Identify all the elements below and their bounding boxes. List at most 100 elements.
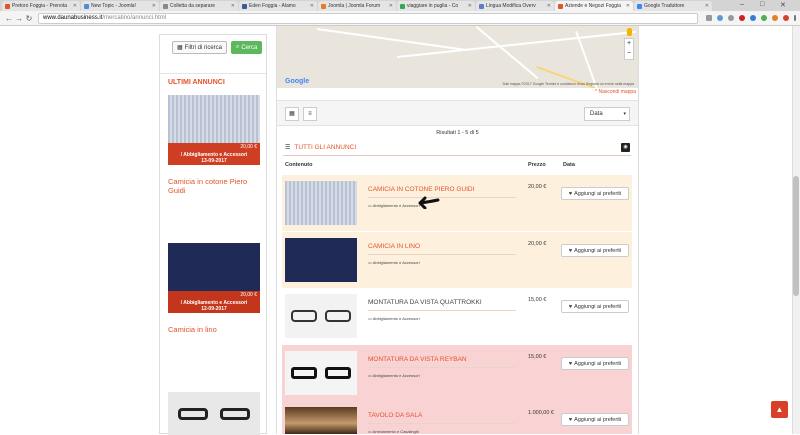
listing-title[interactable]: CAMICIA IN LINO (368, 243, 516, 255)
zoom-control[interactable]: + − (624, 38, 634, 60)
grid-icon: ▦ (289, 111, 295, 117)
glasses-image (285, 351, 357, 395)
shirt-image: 20,00 € / Abbigliamento e Accessori 13-09… (168, 95, 260, 165)
map-copyright[interactable]: Dati mappa ©2017 Google Termini e condiz… (503, 82, 634, 86)
back-to-top-button[interactable]: ▲ (771, 401, 788, 418)
listing-title[interactable]: MONTATURA DA VISTA QUATTROKKI (368, 299, 516, 311)
close-icon[interactable]: ✕ (231, 3, 235, 9)
heart-icon: ♥ (568, 247, 573, 254)
street-view-icon[interactable] (627, 28, 632, 36)
pinterest-icon[interactable] (739, 15, 745, 21)
listing-category[interactable]: ▭ Abbigliamento e Accessori (368, 203, 420, 208)
listing-row[interactable]: CAMICIA IN COTONE PIERO GUIDI ▭ Abbiglia… (282, 175, 632, 231)
extension-icon[interactable] (750, 15, 756, 21)
browser-tab[interactable]: Pretoro Foggia - Prenota ✕ (2, 1, 80, 11)
reload-icon[interactable]: ↻ (24, 14, 34, 23)
listing-title[interactable]: CAMICIA IN COTONE PIERO GUIDI (368, 186, 516, 198)
ad-title[interactable]: Camicia in lino (168, 325, 260, 334)
extension-icon[interactable] (717, 15, 723, 21)
close-icon[interactable]: ✕ (152, 3, 156, 9)
extension-icon[interactable] (772, 15, 778, 21)
list-view-button[interactable]: ≡ (303, 107, 317, 121)
list-icon: ≡ (308, 111, 312, 117)
sort-select[interactable]: Data ▾ (584, 107, 630, 121)
extension-icon[interactable] (761, 15, 767, 21)
listing-price: 1.000,00 € (528, 410, 554, 416)
browser-tab[interactable]: Eden Foggia - Alamo ✕ (239, 1, 317, 11)
forward-icon[interactable]: → (14, 14, 24, 23)
browser-tab[interactable]: Lingua Modifica Overv ✕ (476, 1, 554, 11)
search-label: Cerca (241, 44, 258, 51)
close-icon[interactable]: ✕ (468, 3, 472, 9)
close-icon[interactable]: ✕ (389, 3, 393, 9)
tab-label: New Topic - Joomla! (91, 3, 136, 9)
arrow-annotation-icon (418, 196, 440, 209)
search-button[interactable]: ⌕ Cerca (231, 41, 263, 54)
sidebar-ad[interactable]: 20,00 € / Abbigliamento e Accessori 12-09… (168, 243, 260, 334)
browser-tab[interactable]: Google Traduttore ✕ (634, 1, 712, 11)
browser-tab[interactable]: Colletta da separare ✕ (160, 1, 238, 11)
shirt-image: 20,00 € / Abbigliamento e Accessori 12-09… (168, 243, 260, 313)
hide-map-link[interactable]: ^ Nascondi mappa (595, 89, 636, 95)
minimize-icon[interactable]: – (740, 1, 744, 8)
close-icon[interactable]: ✕ (626, 3, 630, 9)
favicon-icon (479, 3, 484, 9)
close-icon[interactable]: ✕ (73, 3, 77, 9)
add-favorite-button[interactable]: ♥ Aggiungi ai preferiti (561, 244, 629, 257)
listing-category[interactable]: ▭ Abbigliamento e Accessori (368, 316, 420, 321)
scrollbar-thumb[interactable] (793, 176, 799, 296)
heart-icon: ♥ (568, 360, 573, 367)
address-bar: ← → ↻ www.daunabusiness.it/mercatino/ann… (0, 11, 800, 26)
browser-tab[interactable]: New Topic - Joomla! ✕ (81, 1, 159, 11)
section-title: TUTTI GLI ANNUNCI (294, 144, 357, 151)
listing-price: 15,00 € (528, 354, 547, 360)
sidebar-ad[interactable] (168, 392, 260, 435)
back-icon[interactable]: ← (4, 14, 14, 23)
menu-icon[interactable] (794, 15, 796, 21)
close-icon[interactable]: ✕ (310, 3, 314, 9)
main-content: Google Dati mappa ©2017 Google Termini e… (276, 26, 639, 434)
rss-icon[interactable]: ◉ (621, 143, 630, 152)
column-header-date: Data (563, 162, 575, 168)
listing-title[interactable]: MONTATURA DA VISTA REYBAN (368, 356, 516, 368)
listing-row[interactable]: MONTATURA DA VISTA QUATTROKKI ▭ Abbiglia… (282, 288, 632, 344)
listing-title[interactable]: TAVOLO DA SALA (368, 412, 516, 424)
url-input[interactable]: www.daunabusiness.it/mercatino/annunci.h… (38, 12, 698, 24)
favicon-icon (5, 3, 10, 9)
maximize-icon[interactable]: □ (760, 1, 764, 8)
browser-tab[interactable]: Joomla | Joomla Forum ✕ (318, 1, 396, 11)
browser-tab[interactable]: viaggiare in puglia - Co ✕ (397, 1, 475, 11)
grid-icon: ▦ (177, 45, 183, 51)
add-favorite-button[interactable]: ♥ Aggiungi ai preferiti (561, 187, 629, 200)
window-close-icon[interactable]: ✕ (780, 1, 786, 9)
favicon-icon (400, 3, 405, 9)
browser-tab-active[interactable]: Aziende e Negozi Foggia ✕ (555, 1, 633, 11)
scrollbar[interactable] (792, 26, 800, 434)
add-favorite-button[interactable]: ♥ Aggiungi ai preferiti (561, 357, 629, 370)
tab-label: Colletta da separare (170, 3, 216, 9)
ad-title[interactable]: Camicia in cotone Piero Guidi (168, 177, 260, 195)
results-count: Risultati 1 - 5 di 5 (436, 130, 479, 136)
listing-row[interactable]: TAVOLO DA SALA ▭ Arredamento e Casalingh… (282, 401, 632, 434)
ad-price: 20,00 € (240, 144, 257, 150)
listing-row[interactable]: MONTATURA DA VISTA REYBAN ▭ Abbigliament… (282, 345, 632, 401)
grid-view-button[interactable]: ▦ (285, 107, 299, 121)
add-favorite-button[interactable]: ♥ Aggiungi ai preferiti (561, 413, 629, 426)
close-icon[interactable]: ✕ (705, 3, 709, 9)
listing-category[interactable]: ▭ Abbigliamento e Accessori (368, 373, 420, 378)
extension-icon[interactable] (728, 15, 734, 21)
favicon-icon (321, 3, 326, 9)
favicon-icon (163, 3, 168, 9)
listing-category[interactable]: ▭ Abbigliamento e Accessori (368, 260, 420, 265)
filter-button[interactable]: ▦ Filtri di ricerca (172, 41, 228, 54)
extension-icon[interactable] (783, 15, 789, 21)
shirt-image (285, 238, 357, 282)
map[interactable]: Google Dati mappa ©2017 Google Termini e… (277, 26, 638, 88)
close-icon[interactable]: ✕ (547, 3, 551, 9)
add-favorite-button[interactable]: ♥ Aggiungi ai preferiti (561, 300, 629, 313)
listing-category[interactable]: ▭ Arredamento e Casalinghi (368, 429, 419, 434)
sort-value: Data (590, 111, 603, 117)
bookmark-star-icon[interactable] (706, 15, 712, 21)
sidebar-ad[interactable]: 20,00 € / Abbigliamento e Accessori 13-09… (168, 95, 260, 195)
listing-row[interactable]: CAMICIA IN LINO ▭ Abbigliamento e Access… (282, 232, 632, 288)
